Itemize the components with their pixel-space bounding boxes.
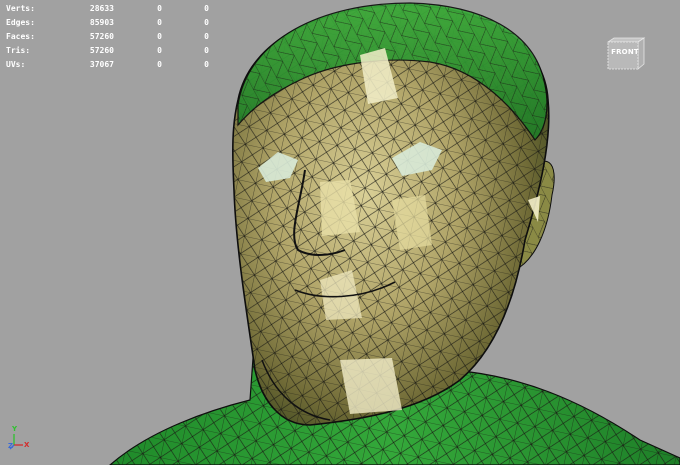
- hud-value-total: 57260: [89, 46, 114, 55]
- hud-label: Edges:: [6, 18, 35, 27]
- axis-z-label: Z: [8, 442, 14, 450]
- axis-x-label: X: [24, 441, 30, 449]
- hud-value-selected: 0: [157, 32, 162, 41]
- hud-value-selected-alt: 0: [204, 60, 209, 69]
- hud-value-selected: 0: [157, 46, 162, 55]
- hud-value-selected-alt: 0: [204, 18, 209, 27]
- hud-value-total: 37067: [89, 60, 114, 69]
- hud-label: Verts:: [6, 4, 35, 13]
- hud-value-total: 85903: [89, 18, 114, 27]
- hud-row-edges: Edges: 85903 0 0: [6, 16, 209, 30]
- hud-value-selected: 0: [157, 60, 162, 69]
- axis-y-label: Y: [12, 425, 18, 433]
- hud-label: Tris:: [6, 46, 31, 55]
- viewcube-face-label[interactable]: FRONT: [610, 48, 640, 56]
- viewcube[interactable]: FRONT: [604, 36, 648, 72]
- hud-value-selected: 0: [157, 4, 162, 13]
- hud-value-selected-alt: 0: [204, 46, 209, 55]
- chin-highlight: [340, 358, 402, 414]
- hud-value-total: 28633: [89, 4, 114, 13]
- hud-label: UVs:: [6, 60, 26, 69]
- hud-row-uvs: UVs: 37067 0 0: [6, 58, 209, 72]
- axis-gizmo: Y Z X: [8, 425, 36, 454]
- hud-value-selected-alt: 0: [204, 32, 209, 41]
- hud-value-total: 57260: [89, 32, 114, 41]
- hud-label: Faces:: [6, 32, 35, 41]
- hud-value-selected-alt: 0: [204, 4, 209, 13]
- hud-value-selected: 0: [157, 18, 162, 27]
- hud-row-faces: Faces: 57260 0 0: [6, 30, 209, 44]
- viewport-perspective[interactable]: Verts: 28633 0 0 Edges: 85903 0 0 Faces:…: [0, 0, 680, 465]
- poly-count-hud: Verts: 28633 0 0 Edges: 85903 0 0 Faces:…: [6, 2, 209, 72]
- hud-row-tris: Tris: 57260 0 0: [6, 44, 209, 58]
- hud-row-verts: Verts: 28633 0 0: [6, 2, 209, 16]
